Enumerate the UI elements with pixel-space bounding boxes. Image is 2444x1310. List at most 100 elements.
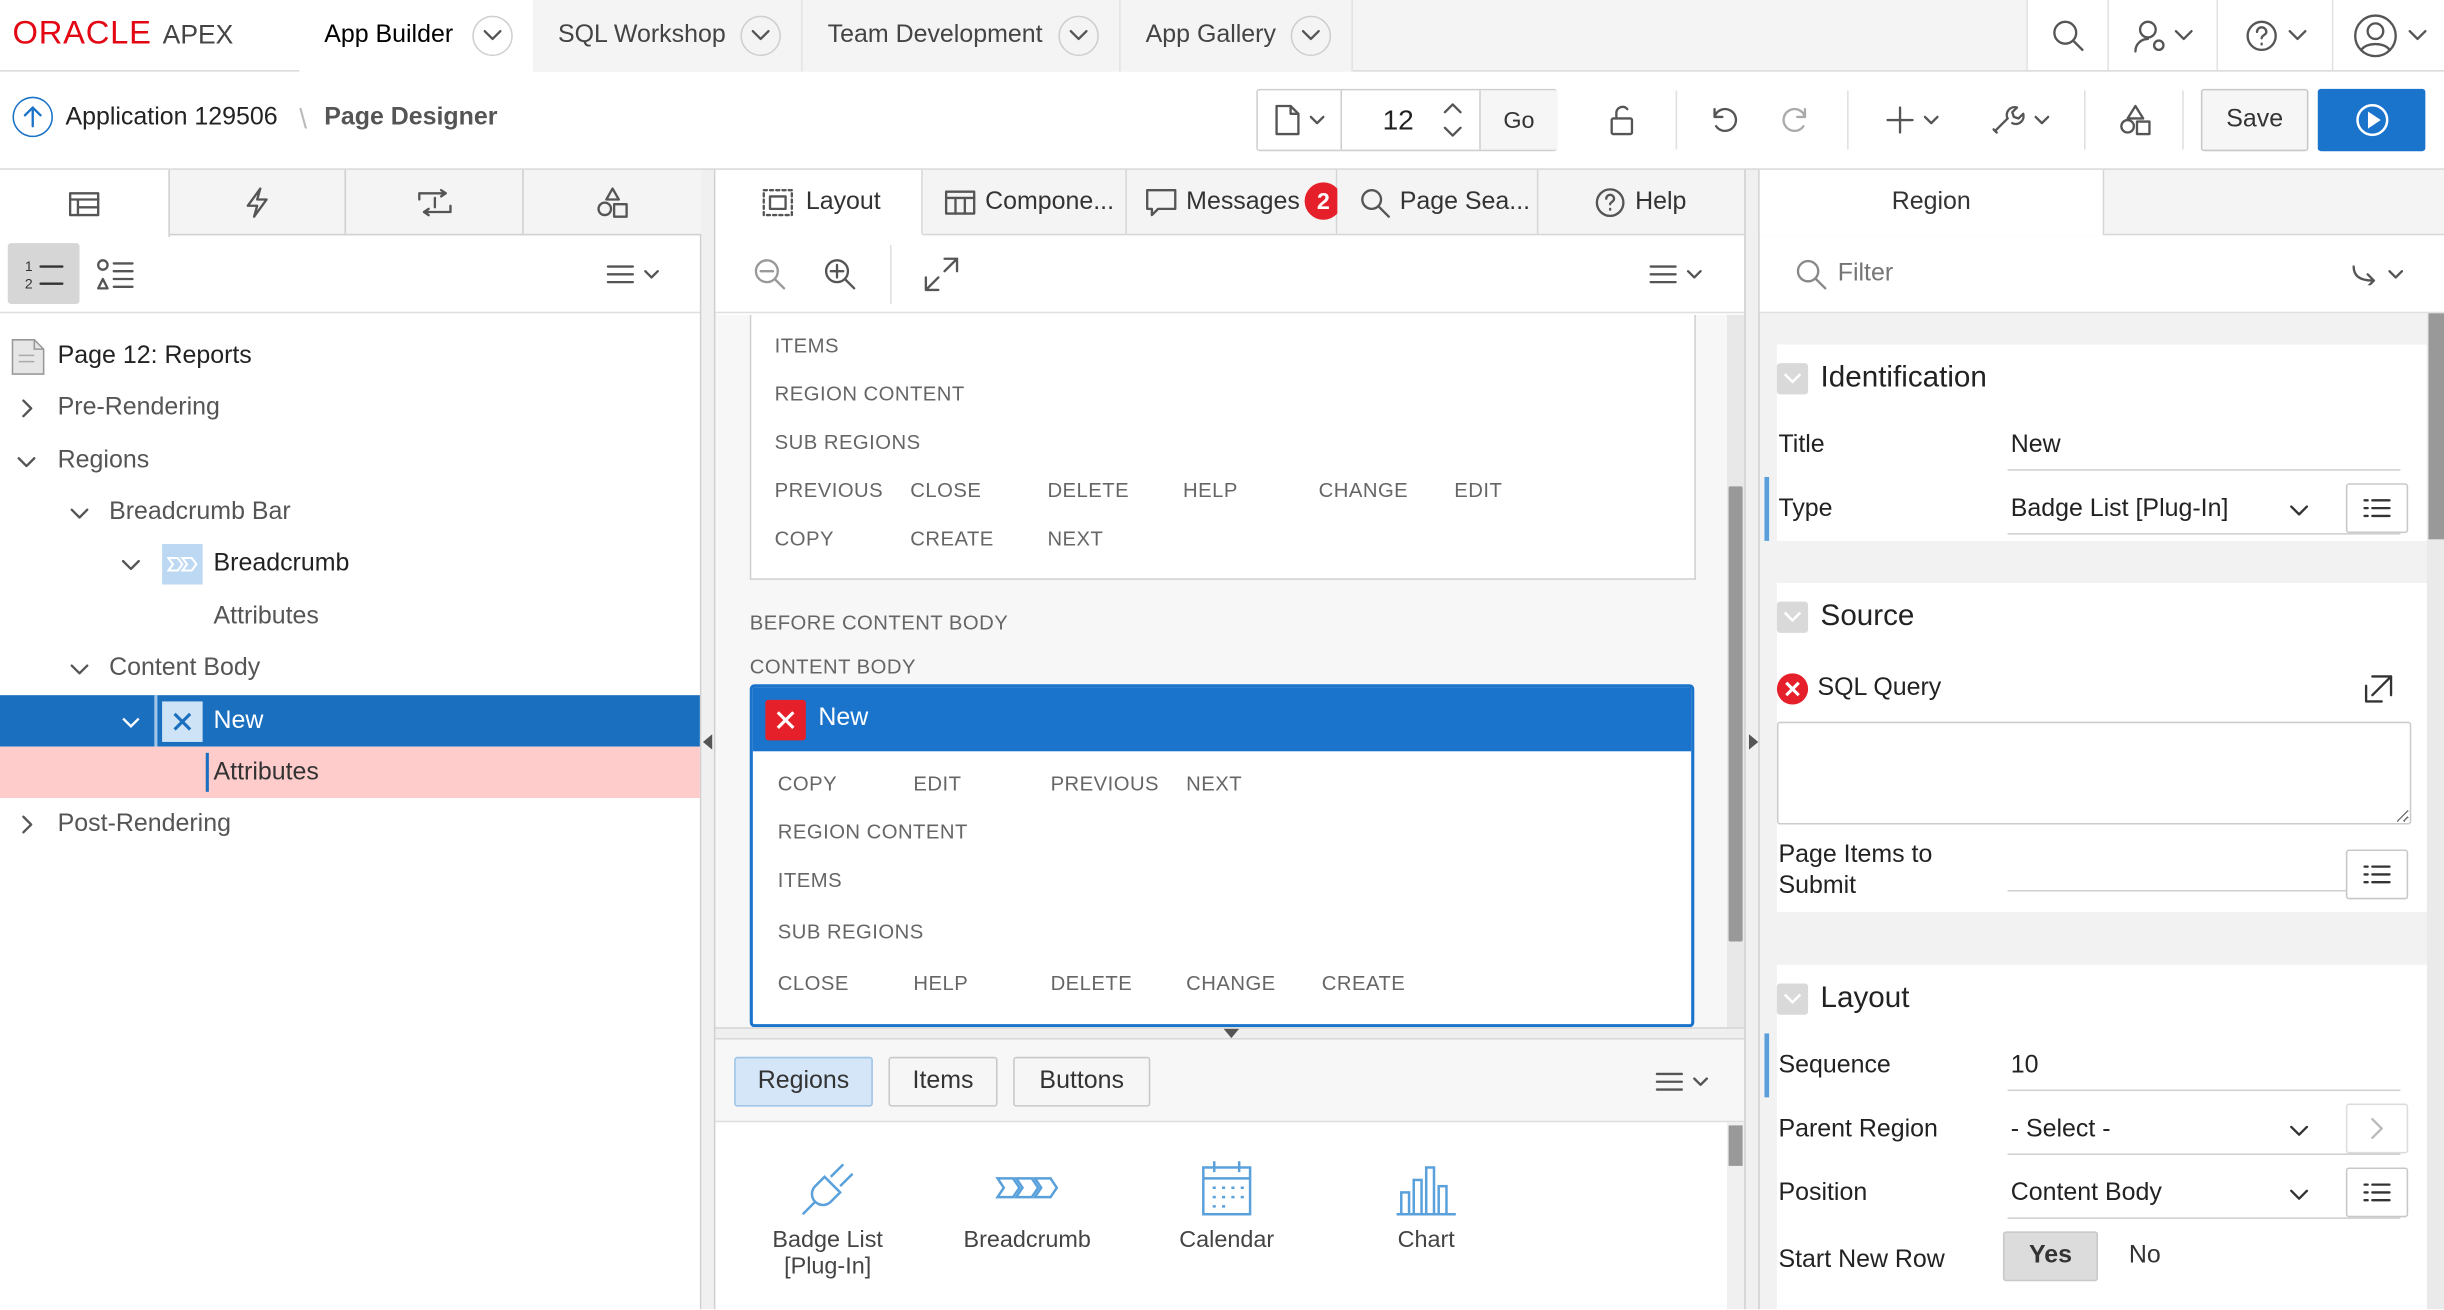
new-region-box[interactable]: New COPY EDIT PREVIOUS NEXT REGION CONTE… (749, 684, 1695, 1028)
new-edit-position[interactable]: EDIT (913, 772, 961, 795)
chevron-down-icon[interactable] (17, 451, 36, 470)
sql-query-textarea[interactable] (1776, 721, 2412, 825)
tree-item-new-region[interactable]: New (0, 695, 700, 747)
section-layout[interactable]: Layout (1776, 964, 2427, 1034)
page-items-underline[interactable] (2007, 890, 2401, 892)
gallery-item-calendar[interactable]: Calendar (1149, 1149, 1305, 1297)
chevron-down-icon[interactable] (472, 15, 513, 57)
chevron-down-icon[interactable] (122, 712, 141, 731)
upper-edit-position[interactable]: EDIT (1454, 479, 1502, 502)
chevron-up-icon[interactable] (1443, 101, 1462, 114)
chevron-right-icon[interactable] (17, 398, 36, 417)
upper-items-position[interactable]: ITEMS (775, 334, 839, 357)
new-delete-position[interactable]: DELETE (1051, 971, 1133, 994)
tab-processing[interactable] (346, 169, 524, 236)
create-menu-button[interactable] (1874, 97, 1952, 144)
collapse-right-icon[interactable] (1748, 734, 1759, 750)
expand-icon[interactable] (924, 257, 959, 292)
tab-page-search[interactable]: Page Sea... (1337, 169, 1539, 236)
parent-region-select[interactable]: - Select - (2011, 1116, 2111, 1144)
undo-button[interactable] (1699, 97, 1749, 144)
upper-change-position[interactable]: CHANGE (1319, 479, 1409, 502)
upper-region-box[interactable]: ITEMS REGION CONTENT SUB REGIONS PREVIOU… (749, 314, 1696, 580)
gallery-item-breadcrumb[interactable]: Breadcrumb (949, 1149, 1105, 1297)
utilities-menu-button[interactable] (1980, 97, 2061, 144)
collapse-left-icon[interactable] (702, 734, 713, 750)
gallery-splitter[interactable] (715, 1027, 1745, 1040)
tab-dynamic-actions[interactable] (170, 169, 347, 236)
new-region-content-position[interactable]: REGION CONTENT (778, 820, 968, 843)
new-copy-position[interactable]: COPY (778, 772, 837, 795)
chevron-down-icon[interactable] (70, 503, 89, 522)
up-arrow-button[interactable] (12, 96, 53, 138)
tree-item-breadcrumb-bar[interactable]: Breadcrumb Bar (0, 486, 700, 537)
tab-component-view[interactable]: Compone... (922, 169, 1127, 236)
sequence-input[interactable]: 10 (2011, 1052, 2039, 1080)
gallery-menu-button[interactable] (1648, 1061, 1717, 1102)
property-scrollbar-thumb[interactable] (2428, 313, 2444, 540)
new-items-position[interactable]: ITEMS (778, 868, 842, 891)
chevron-down-icon[interactable] (1058, 15, 1099, 57)
new-region-header[interactable]: New (752, 687, 1692, 752)
tree-item-page[interactable]: Page 12: Reports (0, 330, 700, 381)
search-button[interactable] (2026, 0, 2107, 71)
upper-copy-position[interactable]: COPY (775, 527, 834, 550)
tab-layout[interactable]: Layout (715, 169, 923, 236)
upper-region-content-position[interactable]: REGION CONTENT (775, 382, 965, 405)
gallery-scrollbar[interactable] (1727, 1122, 1745, 1310)
go-to-group-button[interactable] (2343, 256, 2412, 293)
upper-sub-regions-position[interactable]: SUB REGIONS (775, 430, 921, 453)
chevron-down-icon[interactable] (70, 659, 89, 678)
canvas-scrollbar-thumb[interactable] (1728, 486, 1743, 942)
new-create-position[interactable]: CREATE (1322, 971, 1406, 994)
upper-previous-position[interactable]: PREVIOUS (775, 479, 883, 502)
right-splitter[interactable] (1744, 169, 1759, 1310)
title-input[interactable]: New (2011, 432, 2061, 460)
gallery-tab-regions[interactable]: Regions (734, 1056, 873, 1107)
chevron-down-icon[interactable] (2290, 1189, 2309, 1201)
tree-item-regions[interactable]: Regions (0, 435, 700, 486)
save-button[interactable]: Save (2200, 88, 2309, 152)
run-page-button[interactable] (2317, 88, 2426, 152)
chevron-down-icon[interactable] (2290, 1125, 2309, 1137)
new-next-position[interactable]: NEXT (1186, 772, 1242, 795)
upper-next-position[interactable]: NEXT (1047, 527, 1103, 550)
position-select[interactable]: Content Body (2011, 1180, 2162, 1208)
page-items-list-button[interactable] (2345, 849, 2409, 900)
page-number-input[interactable]: 12 (1383, 104, 1414, 137)
before-content-body-position[interactable]: BEFORE CONTENT BODY (750, 611, 1008, 634)
tree-item-attributes[interactable]: Attributes (0, 591, 700, 642)
go-button[interactable]: Go (1479, 90, 1558, 150)
content-body-position[interactable]: CONTENT BODY (750, 655, 916, 678)
grouped-view-button[interactable] (87, 243, 143, 304)
tab-shared-components[interactable] (524, 170, 702, 235)
new-sub-regions-position[interactable]: SUB REGIONS (778, 920, 924, 943)
new-change-position[interactable]: CHANGE (1186, 971, 1276, 994)
tab-region[interactable]: Region (1759, 169, 2105, 236)
tree-item-new-attributes[interactable]: Attributes (0, 746, 700, 799)
chevron-down-icon[interactable] (740, 15, 781, 57)
upper-close-position[interactable]: CLOSE (910, 479, 981, 502)
collapse-down-icon[interactable] (1223, 1028, 1240, 1039)
property-scrollbar[interactable] (2426, 313, 2444, 1310)
oracle-apex-logo[interactable]: ORACLE APEX (12, 16, 233, 53)
page-type-button[interactable] (1258, 90, 1343, 150)
chevron-down-icon[interactable] (121, 554, 141, 573)
tab-messages[interactable]: Messages 2 (1126, 169, 1343, 236)
chevron-down-icon[interactable] (1290, 15, 1332, 57)
section-source[interactable]: Source (1776, 582, 2427, 652)
gallery-scrollbar-thumb[interactable] (1728, 1125, 1743, 1166)
start-new-row-yes[interactable]: Yes (2002, 1231, 2099, 1282)
tab-app-builder[interactable]: App Builder (299, 0, 535, 72)
tree-menu-button[interactable] (599, 254, 668, 295)
canvas-scrollbar[interactable] (1727, 314, 1745, 1028)
new-close-position[interactable]: CLOSE (778, 971, 849, 994)
layout-menu-button[interactable] (1641, 254, 1710, 295)
new-previous-position[interactable]: PREVIOUS (1051, 772, 1159, 795)
help-menu[interactable] (2216, 0, 2331, 71)
upper-delete-position[interactable]: DELETE (1047, 479, 1129, 502)
chevron-down-icon[interactable] (2290, 505, 2309, 517)
tree-item-breadcrumb[interactable]: Breadcrumb (0, 538, 700, 589)
chevron-down-icon[interactable] (1443, 126, 1462, 138)
tree-item-pre-rendering[interactable]: Pre-Rendering (0, 382, 700, 433)
